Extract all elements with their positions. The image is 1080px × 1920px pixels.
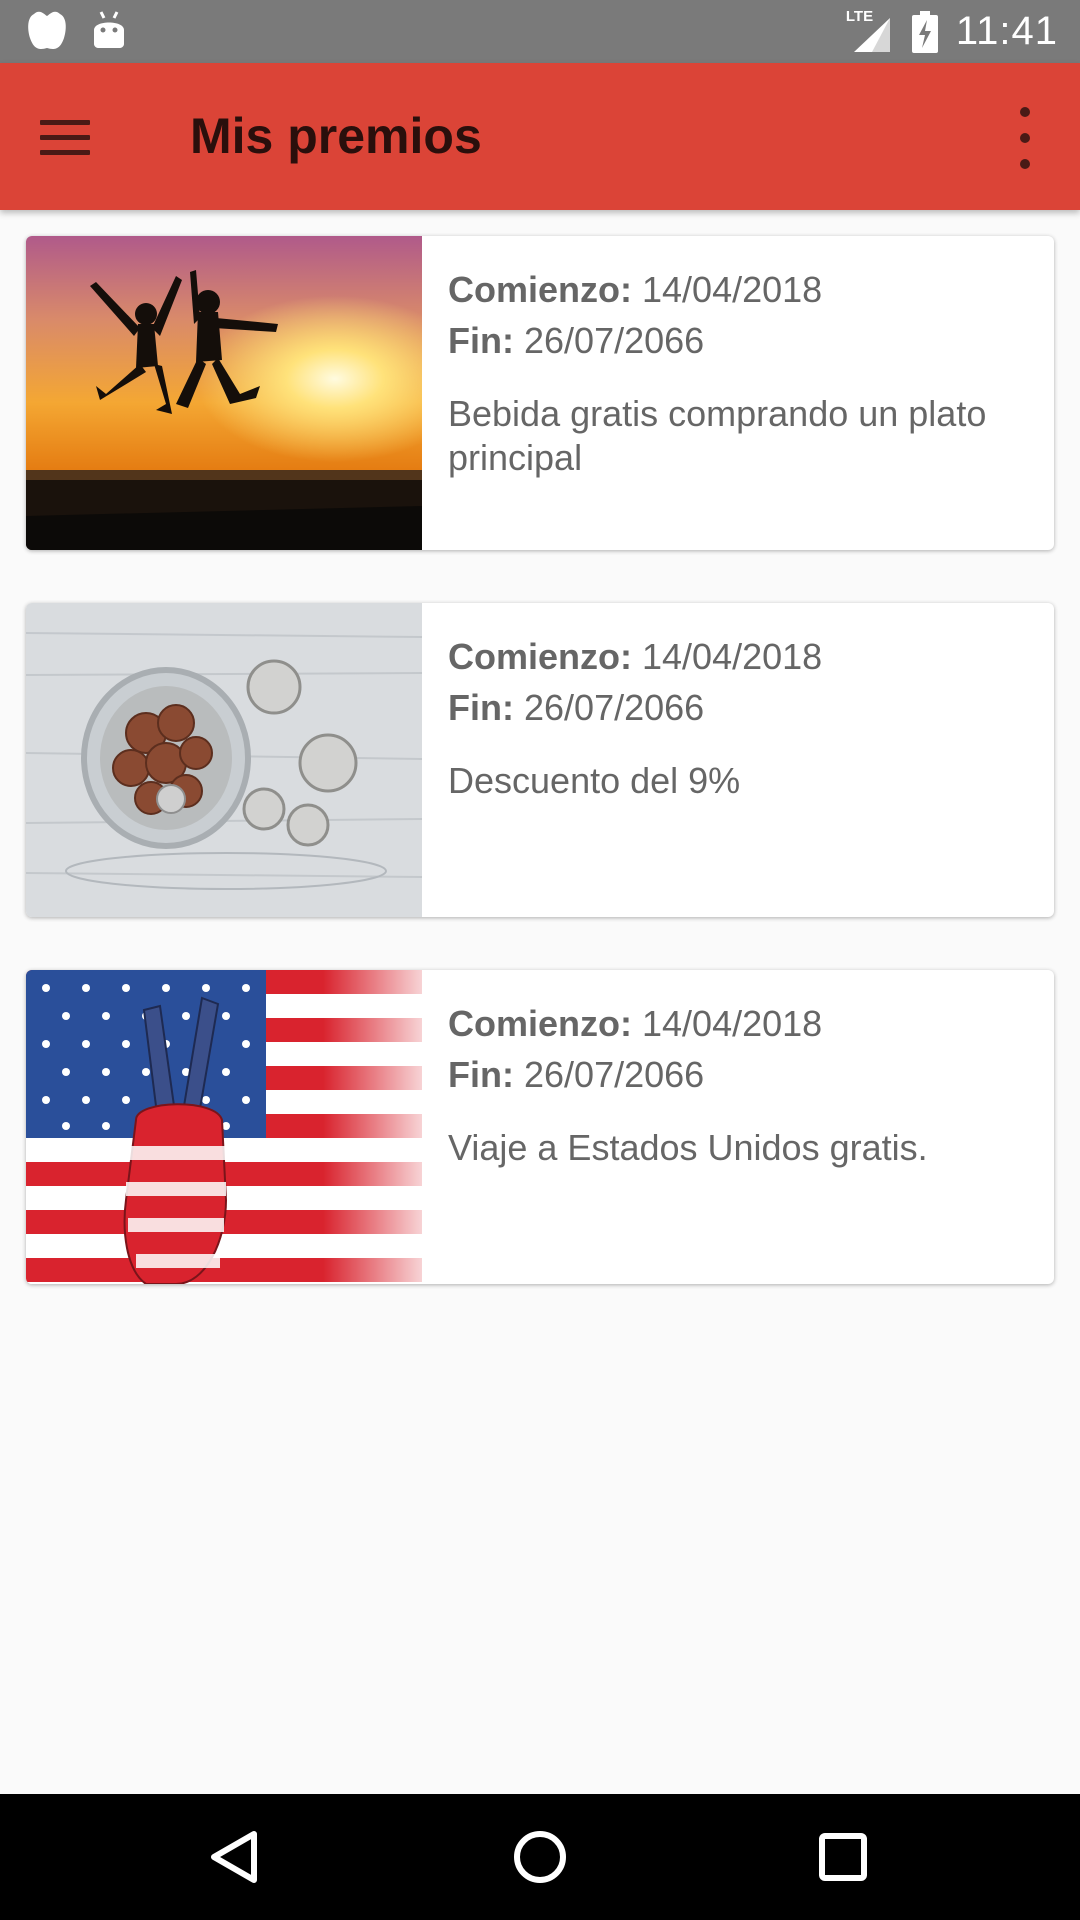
reward-card[interactable]: Comienzo: 14/04/2018 Fin: 26/07/2066 Via…	[26, 970, 1054, 1284]
reward-description: Bebida gratis comprando un plato princip…	[448, 393, 987, 478]
reward-details: Comienzo: 14/04/2018 Fin: 26/07/2066 Beb…	[422, 236, 1054, 550]
app-bar: Mis premios	[0, 63, 1080, 210]
end-label: Fin:	[448, 687, 514, 728]
reward-card[interactable]: Comienzo: 14/04/2018 Fin: 26/07/2066 Des…	[26, 603, 1054, 917]
page-title: Mis premios	[190, 108, 482, 164]
rewards-list: Comienzo: 14/04/2018 Fin: 26/07/2066 Beb…	[26, 236, 1054, 1337]
end-date-row: Fin: 26/07/2066	[448, 1049, 928, 1100]
end-date-row: Fin: 26/07/2066	[448, 315, 1028, 366]
usa-flag-peace-hand-image	[26, 970, 422, 1284]
end-date: 26/07/2066	[524, 687, 705, 728]
cell-signal-icon: LTE	[846, 8, 894, 52]
sunset-jumping-people-image	[26, 236, 422, 550]
start-date-row: Comienzo: 14/04/2018	[448, 998, 928, 1049]
end-label: Fin:	[448, 1054, 514, 1095]
more-vert-icon[interactable]	[1010, 107, 1040, 169]
start-date: 14/04/2018	[642, 269, 823, 310]
recents-square-icon[interactable]	[808, 1822, 878, 1892]
end-label: Fin:	[448, 320, 514, 361]
end-date: 26/07/2066	[524, 320, 705, 361]
start-label: Comienzo:	[448, 269, 632, 310]
status-time: 11:41	[955, 9, 1058, 53]
reward-description: Viaje a Estados Unidos gratis.	[448, 1127, 928, 1168]
reward-description: Descuento del 9%	[448, 760, 741, 801]
status-bar: LTE 11:41	[0, 0, 1080, 63]
start-date-row: Comienzo: 14/04/2018	[448, 264, 1028, 315]
navigation-bar	[0, 1794, 1080, 1920]
start-date: 14/04/2018	[642, 636, 823, 677]
back-triangle-icon[interactable]	[200, 1822, 270, 1892]
hamburger-menu-icon[interactable]	[40, 108, 106, 166]
start-label: Comienzo:	[448, 1003, 632, 1044]
battery-charging-icon	[911, 10, 938, 53]
coin-jar-image	[26, 603, 422, 917]
home-circle-icon[interactable]	[505, 1822, 575, 1892]
android-debug-icon	[94, 11, 124, 48]
reward-details: Comienzo: 14/04/2018 Fin: 26/07/2066 Des…	[422, 603, 848, 917]
reward-card[interactable]: Comienzo: 14/04/2018 Fin: 26/07/2066 Beb…	[26, 236, 1054, 550]
start-date: 14/04/2018	[642, 1003, 823, 1044]
notification-app-icon	[28, 11, 66, 49]
start-label: Comienzo:	[448, 636, 632, 677]
start-date-row: Comienzo: 14/04/2018	[448, 631, 822, 682]
end-date: 26/07/2066	[524, 1054, 705, 1095]
end-date-row: Fin: 26/07/2066	[448, 682, 822, 733]
reward-details: Comienzo: 14/04/2018 Fin: 26/07/2066 Via…	[422, 970, 954, 1284]
